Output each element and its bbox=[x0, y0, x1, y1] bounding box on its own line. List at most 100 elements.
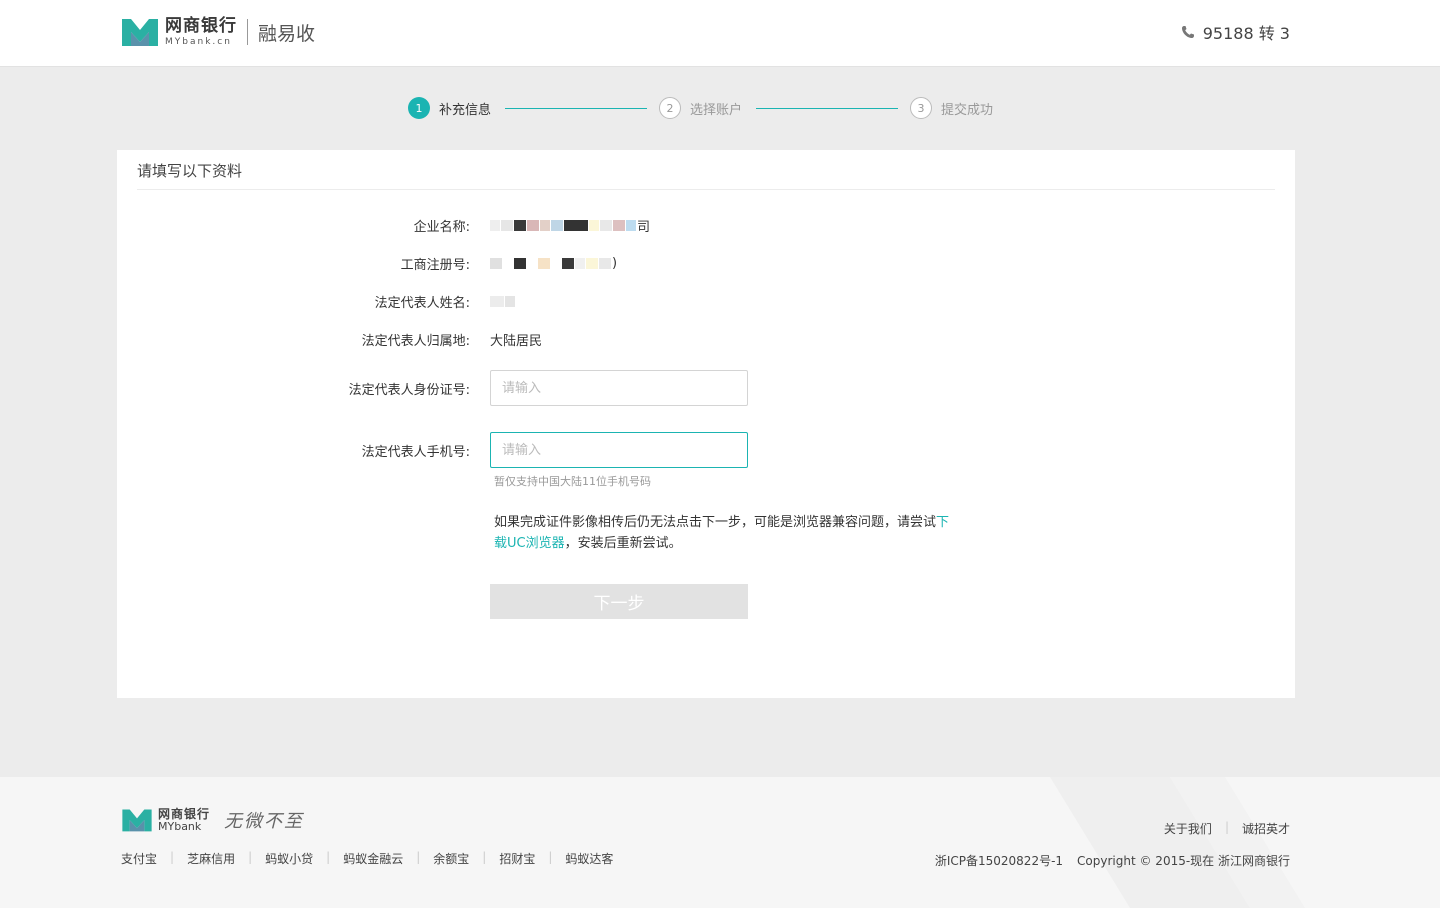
redacted-text bbox=[490, 258, 502, 269]
icp-number: 浙ICP备15020822号-1 bbox=[934, 854, 1064, 868]
phone-number-input[interactable] bbox=[490, 432, 748, 468]
footer-brand-cn: 网商银行 bbox=[158, 806, 211, 821]
mybank-logo-icon bbox=[122, 19, 158, 46]
partner-links: 支付宝 | 芝麻信用 | 蚂蚁小贷 | 蚂蚁金融云 | 余额宝 | 招财宝 | … bbox=[121, 850, 613, 867]
redacted-text bbox=[586, 258, 598, 269]
redacted-text bbox=[575, 258, 585, 269]
phone-field-wrap bbox=[490, 432, 748, 468]
id-label: 法定代表人身份证号: bbox=[348, 382, 470, 398]
copyright: Copyright © 2015-现在 浙江网商银行 bbox=[1077, 854, 1290, 868]
redacted-text bbox=[562, 258, 574, 269]
notice-text: 如果完成证件影像相传后仍无法点击下一步，可能是浏览器兼容问题，请尝试 bbox=[494, 515, 937, 530]
mybank-logo-icon bbox=[122, 809, 152, 832]
careers-link[interactable]: 诚招英才 bbox=[1242, 820, 1290, 837]
notice-text-end: ，安装后重新尝试。 bbox=[564, 536, 682, 551]
rep-name-value bbox=[490, 296, 516, 307]
rep-name-label: 法定代表人姓名: bbox=[374, 296, 470, 311]
phone-icon bbox=[1181, 26, 1194, 38]
brand-name-en: MYbank.cn bbox=[165, 36, 232, 47]
browser-notice: 如果完成证件影像相传后仍无法点击下一步，可能是浏览器兼容问题，请尝试下载UC浏览… bbox=[494, 512, 954, 554]
redacted-text bbox=[527, 258, 537, 269]
step-1-circle: 1 bbox=[408, 97, 430, 119]
footer-link-zhaocaibao[interactable]: 招财宝 bbox=[499, 850, 535, 867]
progress-steps: 1 补充信息 2 选择账户 3 提交成功 bbox=[408, 96, 993, 120]
footer-link-alipay[interactable]: 支付宝 bbox=[121, 850, 157, 867]
link-separator: | bbox=[170, 850, 175, 864]
redacted-text bbox=[613, 220, 625, 231]
link-separator: | bbox=[326, 850, 331, 864]
footer-link-zhima[interactable]: 芝麻信用 bbox=[187, 850, 235, 867]
redacted-text bbox=[503, 258, 513, 269]
rep-region-value: 大陆居民 bbox=[490, 334, 543, 349]
hotline: 95188 转 3 bbox=[1181, 20, 1290, 44]
brand-name-cn: 网商银行 bbox=[165, 15, 237, 36]
company-label: 企业名称: bbox=[413, 220, 470, 235]
top-header: 网商银行 MYbank.cn 融易收 95188 转 3 bbox=[0, 0, 1440, 67]
id-number-input[interactable] bbox=[490, 370, 748, 406]
company-row: 企业名称: 司 bbox=[117, 216, 650, 235]
rep-name-row: 法定代表人姓名: bbox=[117, 292, 516, 311]
page-footer: 网商银行 MYbank 无微不至 支付宝 | 芝麻信用 | 蚂蚁小贷 | 蚂蚁金… bbox=[0, 777, 1440, 908]
id-row: 法定代表人身份证号: bbox=[117, 370, 748, 406]
redacted-text bbox=[538, 258, 550, 269]
redacted-text bbox=[501, 220, 513, 231]
brand-logo[interactable]: 网商银行 MYbank.cn 融易收 bbox=[121, 15, 315, 49]
step-3-label: 提交成功 bbox=[941, 102, 994, 118]
reg-row: 工商注册号: ) bbox=[117, 254, 617, 273]
rep-region-row: 法定代表人归属地: 大陆居民 bbox=[117, 330, 542, 349]
phone-hint: 暂仅支持中国大陆11位手机号码 bbox=[494, 475, 651, 488]
step-3-circle: 3 bbox=[910, 97, 933, 119]
redacted-text bbox=[600, 220, 612, 231]
reg-value: ) bbox=[490, 256, 617, 271]
hotline-number: 95188 转 3 bbox=[1202, 24, 1290, 43]
form-card: 请填写以下资料 企业名称: 司 工商注册号:) 法定代表人姓名: 法定代表人归… bbox=[117, 150, 1295, 698]
redacted-text bbox=[514, 220, 526, 231]
about-us-link[interactable]: 关于我们 bbox=[1164, 820, 1212, 837]
redacted-text bbox=[490, 220, 500, 231]
redacted-text bbox=[514, 258, 526, 269]
footer-logo[interactable]: 网商银行 MYbank 无微不至 bbox=[121, 807, 304, 833]
step-connector bbox=[756, 107, 899, 109]
reg-suffix: ) bbox=[612, 256, 618, 271]
redacted-text bbox=[564, 220, 588, 231]
link-separator: | bbox=[548, 850, 553, 864]
footer-link-dake[interactable]: 蚂蚁达客 bbox=[565, 850, 613, 867]
link-separator: | bbox=[248, 850, 253, 864]
redacted-text bbox=[551, 258, 561, 269]
next-step-button[interactable]: 下一步 bbox=[490, 584, 748, 619]
footer-slogan: 无微不至 bbox=[224, 811, 305, 832]
product-name: 融易收 bbox=[258, 22, 316, 45]
step-1-label: 补充信息 bbox=[439, 102, 492, 118]
phone-row: 法定代表人手机号: bbox=[117, 432, 748, 468]
step-2-label: 选择账户 bbox=[690, 102, 743, 118]
redacted-text bbox=[505, 296, 515, 307]
id-field-wrap bbox=[490, 370, 748, 406]
form-title: 请填写以下资料 bbox=[137, 162, 243, 180]
phone-label: 法定代表人手机号: bbox=[361, 444, 470, 460]
company-suffix: 司 bbox=[637, 220, 651, 235]
link-separator: | bbox=[482, 850, 487, 864]
footer-link-yuebao[interactable]: 余额宝 bbox=[433, 850, 469, 867]
redacted-text bbox=[490, 296, 504, 307]
company-value: 司 bbox=[490, 216, 650, 235]
redacted-text bbox=[626, 220, 636, 231]
reg-label: 工商注册号: bbox=[400, 258, 470, 273]
logo-divider bbox=[247, 19, 248, 45]
company-links: 关于我们 | 诚招英才 bbox=[1164, 820, 1290, 837]
redacted-text bbox=[589, 220, 599, 231]
step-2-circle: 2 bbox=[659, 97, 682, 119]
step-connector bbox=[505, 107, 648, 109]
link-separator: | bbox=[416, 850, 421, 864]
redacted-text bbox=[599, 258, 611, 269]
title-divider bbox=[137, 189, 1275, 190]
redacted-text bbox=[540, 220, 550, 231]
rep-region-label: 法定代表人归属地: bbox=[361, 334, 470, 349]
link-separator: | bbox=[1224, 820, 1229, 834]
footer-link-xiaodai[interactable]: 蚂蚁小贷 bbox=[265, 850, 313, 867]
footer-decoration bbox=[1050, 777, 1305, 908]
redacted-text bbox=[527, 220, 539, 231]
footer-legal: 浙ICP备15020822号-1 Copyright © 2015-现在 浙江网… bbox=[935, 852, 1290, 869]
redacted-text bbox=[551, 220, 563, 231]
footer-link-cloud[interactable]: 蚂蚁金融云 bbox=[343, 850, 403, 867]
footer-brand-en: MYbank bbox=[158, 819, 202, 833]
